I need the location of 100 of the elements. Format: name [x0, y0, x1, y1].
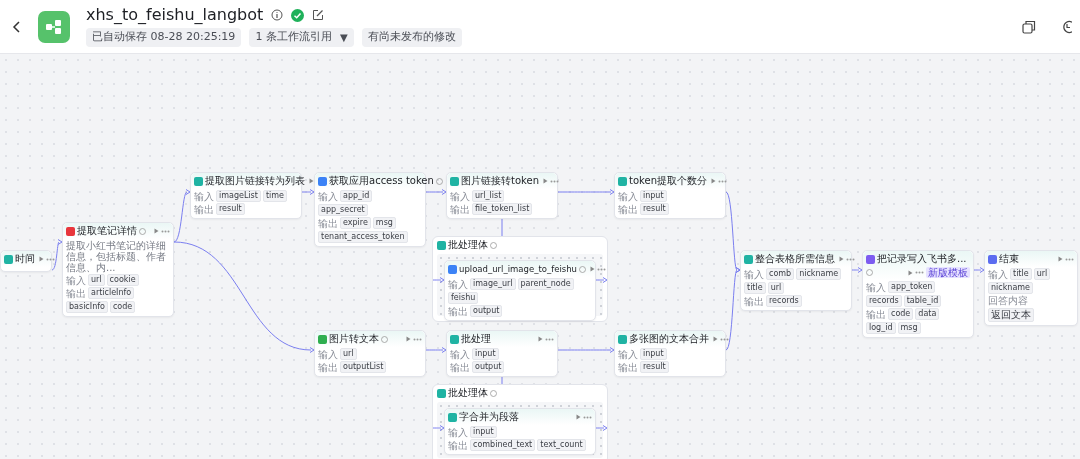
more-icon[interactable]	[597, 267, 606, 271]
variable-tag: records	[766, 295, 802, 307]
variable-tag: time	[262, 190, 287, 202]
node-title: 字合并为段落	[459, 411, 519, 423]
history-icon[interactable]	[1060, 19, 1072, 34]
info-icon[interactable]	[490, 241, 497, 249]
variable-tag: outputList	[340, 361, 387, 373]
variable-tag: url	[88, 274, 105, 286]
connector	[432, 425, 445, 431]
edit-icon[interactable]	[312, 9, 325, 22]
field-label: 输出	[318, 217, 338, 229]
variable-tag: title	[1010, 268, 1032, 280]
info-icon[interactable]	[579, 265, 586, 273]
node-title: 把记录写入飞书多...	[877, 253, 967, 265]
run-icon[interactable]	[908, 269, 913, 276]
run-icon[interactable]	[590, 266, 595, 272]
variable-tag: log_id	[866, 322, 896, 334]
variable-tag: code	[888, 308, 914, 320]
references-dropdown[interactable]: 1 条工作流引用 ▼	[249, 28, 354, 47]
node-title: 整合表格所需信息	[755, 253, 835, 265]
field-label: 输入	[744, 268, 764, 280]
workflow-node[interactable]: 把记录写入飞书多... 新版模板 输入 app_token records table_id 输出 code data log_id msg	[862, 250, 974, 338]
info-icon[interactable]	[139, 227, 146, 235]
node-title: 批处理	[461, 333, 491, 345]
variable-tag: result	[640, 203, 669, 215]
run-icon[interactable]	[713, 336, 718, 342]
more-icon[interactable]	[46, 257, 55, 261]
more-icon[interactable]	[549, 179, 559, 183]
variable-tag: data	[915, 308, 940, 320]
variable-tag: url_list	[472, 190, 505, 202]
run-icon[interactable]	[576, 414, 581, 420]
variable-tag: output	[472, 361, 505, 373]
variable-tag: app_id	[340, 190, 373, 202]
node-title: 结束	[999, 253, 1019, 265]
workflow-node[interactable]: token提取个数分 输入 input 输出 result	[614, 172, 726, 219]
run-icon[interactable]	[154, 228, 159, 234]
run-icon[interactable]	[406, 336, 411, 342]
workflow-node[interactable]: 提取笔记详情 提取小红书笔记的详细信息，包括标题、作者信息、内... 输入 url cookie 输出 articleInfo basicInfo code	[62, 222, 174, 317]
back-icon[interactable]	[12, 19, 22, 34]
connector	[425, 189, 447, 195]
variable-tag: input	[640, 348, 667, 360]
run-icon[interactable]	[710, 178, 716, 184]
field-label: 输出	[318, 361, 338, 373]
field-label: 输出	[194, 203, 214, 215]
workflow-node[interactable]: 图片转文本 输入 url 输出 outputList	[314, 330, 426, 377]
field-label: 输入	[450, 348, 470, 360]
workflow-node[interactable]: 字合并为段落 输入 input 输出 combined_text text_count	[444, 408, 596, 455]
field-label: 输出	[866, 308, 886, 320]
variable-tag: nickname	[796, 268, 842, 280]
workflow-node[interactable]: 结束 输入 title url nickname 回答内容 返回文本	[984, 250, 1078, 326]
workflow-node[interactable]: 多张图的文本合并 输入 input 输出 result	[614, 330, 726, 377]
connector	[301, 189, 315, 195]
workflow-node[interactable]: 图片链接转token 输入 url_list 输出 file_token_list	[446, 172, 558, 219]
info-icon[interactable]	[271, 9, 284, 22]
more-icon[interactable]	[720, 337, 729, 341]
copy-icon[interactable]	[1022, 19, 1036, 34]
node-tag: 新版模板	[926, 267, 970, 278]
connector	[557, 347, 615, 353]
variable-tag: tenant_access_token	[318, 231, 408, 243]
field-label: 输入	[448, 426, 468, 438]
run-icon[interactable]	[542, 178, 548, 184]
workflow-node[interactable]: 整合表格所需信息 输入 comb nickname title url 输出 records	[740, 250, 852, 311]
more-icon[interactable]	[413, 337, 422, 341]
run-icon[interactable]	[839, 256, 844, 262]
field-label: 输入	[448, 278, 468, 290]
loop-title: 批处理体	[448, 387, 488, 399]
more-icon[interactable]	[161, 229, 170, 233]
variable-tag: 返回文本	[988, 308, 1034, 322]
run-icon[interactable]	[39, 256, 44, 262]
connector	[501, 218, 503, 237]
info-icon[interactable]	[490, 389, 497, 397]
workflow-node[interactable]: 时间	[0, 250, 52, 272]
field-label: 输入	[66, 274, 86, 286]
variable-tag: file_token_list	[472, 203, 533, 215]
variable-tag: nickname	[988, 282, 1033, 294]
field-label: 输入	[988, 268, 1008, 280]
more-icon[interactable]	[846, 257, 855, 261]
variable-tag: feishu	[448, 292, 479, 304]
run-icon[interactable]	[538, 336, 543, 342]
info-icon[interactable]	[866, 269, 873, 276]
variable-tag: code	[109, 301, 136, 313]
connector	[595, 277, 608, 283]
more-icon[interactable]	[915, 271, 924, 274]
info-icon[interactable]	[435, 177, 443, 185]
variable-tag: image_url	[470, 278, 516, 290]
info-icon[interactable]	[381, 335, 388, 343]
connector	[425, 347, 447, 353]
more-icon[interactable]	[583, 415, 592, 419]
field-label: 输出	[66, 287, 86, 299]
more-icon[interactable]	[1065, 257, 1074, 261]
field-label: 输出	[450, 203, 470, 215]
node-title: 时间	[15, 253, 35, 265]
variable-tag: articleInfo	[88, 287, 135, 299]
workflow-node[interactable]: 批处理 输入 input 输出 output	[446, 330, 558, 377]
more-icon[interactable]	[717, 179, 727, 183]
run-icon[interactable]	[1058, 256, 1063, 262]
node-title: 图片链接转token	[461, 175, 539, 187]
variable-tag: input	[640, 190, 667, 202]
more-icon[interactable]	[545, 337, 554, 341]
variable-tag: url	[1033, 268, 1051, 280]
